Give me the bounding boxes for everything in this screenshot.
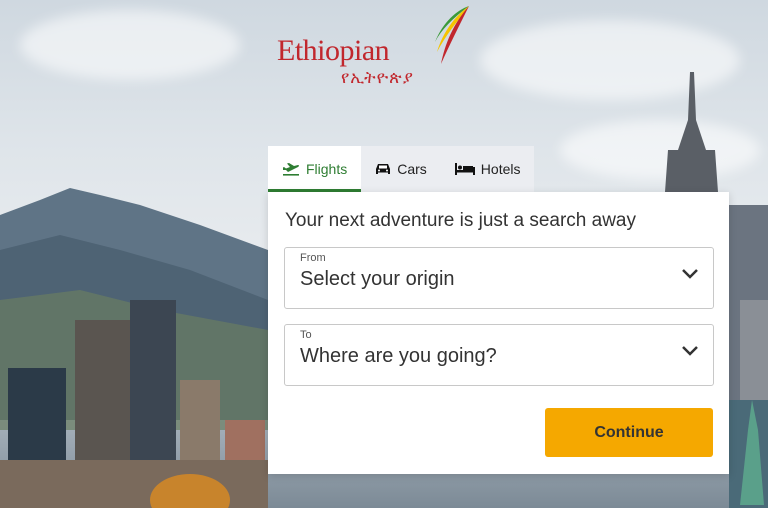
destination-placeholder: Where are you going? xyxy=(300,345,497,367)
tab-cars-label: Cars xyxy=(397,161,427,177)
continue-button[interactable]: Continue xyxy=(545,408,713,457)
origin-placeholder: Select your origin xyxy=(300,268,455,290)
tab-flights-label: Flights xyxy=(306,161,348,177)
car-icon xyxy=(375,162,391,176)
logo-wing-icon xyxy=(435,6,469,64)
destination-field[interactable]: To Where are you going? xyxy=(284,324,714,386)
ethiopian-logo[interactable]: Ethiopian የኢትዮጵያ xyxy=(275,4,475,94)
logo-wordmark: Ethiopian xyxy=(277,34,390,67)
tab-hotels-label: Hotels xyxy=(480,161,521,177)
logo-amharic-text: የኢትዮጵያ xyxy=(341,68,414,88)
chevron-down-icon xyxy=(682,346,698,356)
plane-icon xyxy=(282,162,300,176)
search-headline: Your next adventure is just a search awa… xyxy=(285,210,636,231)
tab-flights[interactable]: Flights xyxy=(268,146,362,192)
tab-cars[interactable]: Cars xyxy=(361,146,441,192)
search-tabs: Flights Cars Hotels xyxy=(268,146,535,192)
bed-icon xyxy=(454,163,475,175)
destination-label: To xyxy=(300,329,312,341)
tab-hotels[interactable]: Hotels xyxy=(440,146,535,192)
flight-search-card: Your next adventure is just a search awa… xyxy=(268,192,729,474)
chevron-down-icon xyxy=(682,269,698,279)
origin-label: From xyxy=(300,252,326,264)
origin-field[interactable]: From Select your origin xyxy=(284,247,714,309)
